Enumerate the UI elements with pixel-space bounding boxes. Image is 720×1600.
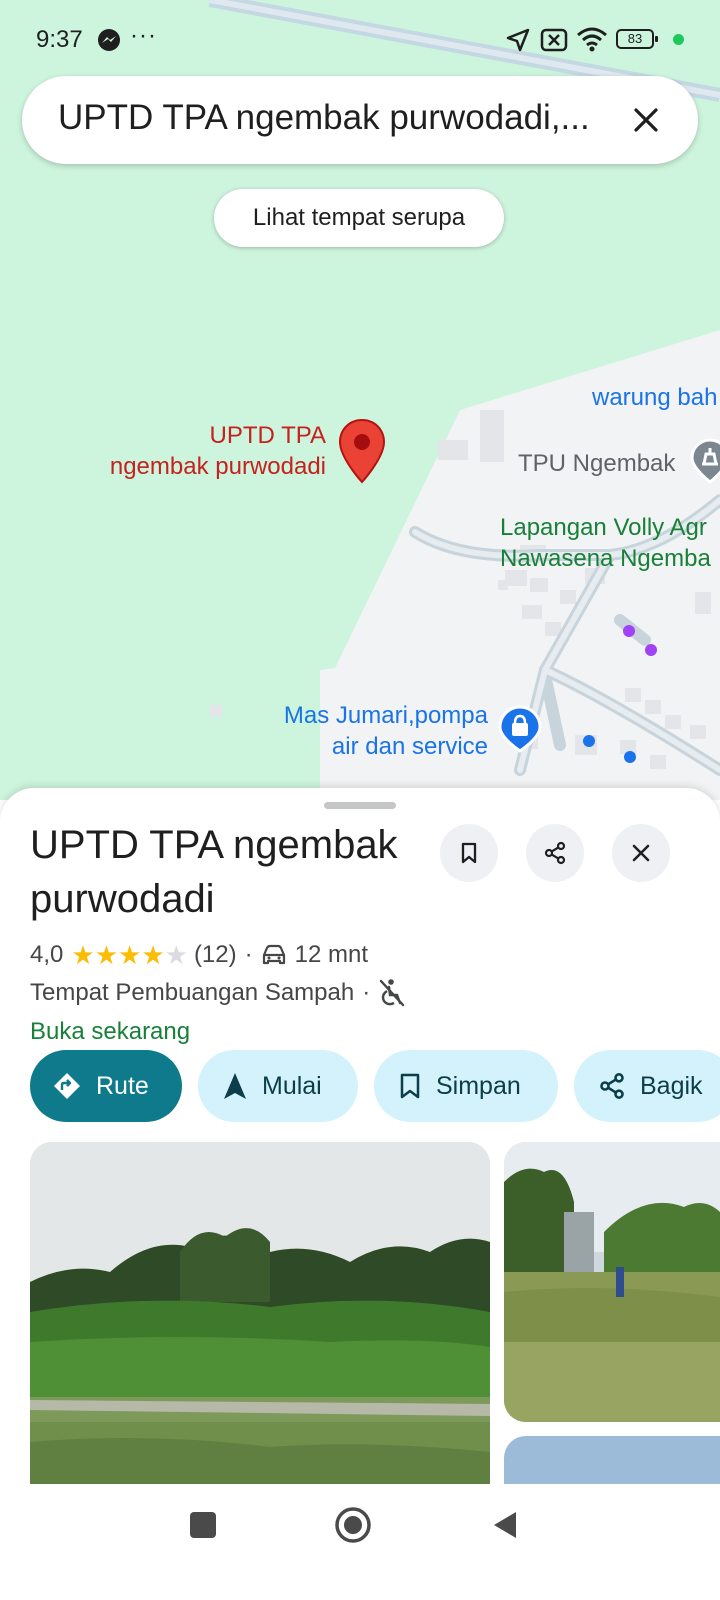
drive-time: 12 mnt (294, 941, 368, 968)
back-button[interactable] (492, 1510, 518, 1540)
directions-label: Rute (96, 1071, 149, 1100)
shopping-bag-icon[interactable] (498, 705, 542, 753)
star-icon: ★ (71, 939, 95, 970)
bookmark-icon (461, 842, 477, 864)
wifi-icon (577, 27, 607, 52)
navigation-arrow-icon (224, 1073, 246, 1099)
status-time: 9:37 (36, 26, 83, 53)
messenger-icon (98, 29, 120, 51)
place-category: Tempat Pembuangan Sampah (30, 979, 355, 1006)
review-count[interactable]: (12) (194, 941, 237, 969)
poi-masjumari-line1: Mas Jumari,pompa (283, 702, 488, 729)
share-label: Bagik (640, 1071, 703, 1100)
poi-masjumari-label[interactable]: Mas Jumari,pompa air dan service (270, 700, 488, 762)
status-bar: 9:37 ··· 83 (0, 0, 720, 80)
separator: · (362, 979, 371, 1006)
search-query[interactable]: UPTD TPA ngembak purwodadi,... (58, 98, 630, 138)
place-title: UPTD TPA ngembak purwodadi (30, 823, 398, 921)
no-sim-icon (540, 28, 568, 52)
photo-field (504, 1142, 720, 1422)
system-navigation-bar (0, 1484, 720, 1600)
category-row: Tempat Pembuangan Sampah · (30, 978, 406, 1008)
recent-apps-button[interactable] (190, 1512, 216, 1538)
save-button[interactable]: Simpan (374, 1050, 558, 1122)
map-pin-icon[interactable] (338, 418, 386, 484)
poi-masjumari-line2: air dan service (331, 733, 488, 760)
directions-icon (54, 1073, 80, 1099)
not-accessible-icon (380, 979, 405, 1007)
poi-lapangan-line2: Nawasena Ngemba (500, 545, 711, 572)
star-icon: ★ (141, 939, 165, 970)
location-arrow-icon (506, 28, 530, 52)
pin-label-line2: ngembak purwodadi (109, 453, 326, 480)
start-label: Mulai (262, 1071, 322, 1100)
privacy-indicator-dot (673, 34, 684, 45)
star-rating: ★★★★★ (71, 940, 188, 971)
more-notifications-icon: ··· (130, 22, 157, 49)
save-place-button[interactable] (440, 824, 498, 882)
share-icon (544, 841, 566, 865)
place-photo-second[interactable] (504, 1142, 720, 1422)
rating-row[interactable]: 4,0 ★★★★★ (12) · 12 mnt (30, 938, 368, 972)
sheet-drag-handle[interactable] (324, 802, 396, 809)
poi-lapangan-label[interactable]: Lapangan Volly Agr Nawasena Ngemba (500, 512, 711, 574)
poi-warung-label[interactable]: warung bah (592, 382, 717, 413)
pin-label-line1: UPTD TPA (209, 422, 326, 449)
separator: · (244, 941, 253, 968)
similar-places-chip[interactable]: Lihat tempat serupa (214, 189, 504, 247)
open-status: Buka sekarang (30, 1018, 191, 1045)
cemetery-icon[interactable] (690, 438, 720, 484)
share-place-button[interactable] (526, 824, 584, 882)
car-icon (262, 944, 285, 965)
share-icon (600, 1073, 624, 1099)
bookmark-icon (400, 1073, 420, 1099)
share-button[interactable]: Bagik (574, 1050, 720, 1122)
star-icon: ★ (118, 939, 142, 970)
search-bar[interactable]: UPTD TPA ngembak purwodadi,... (22, 76, 698, 164)
star-empty-icon: ★ (164, 939, 188, 970)
home-button[interactable] (334, 1506, 372, 1544)
start-navigation-button[interactable]: Mulai (198, 1050, 358, 1122)
close-icon (632, 844, 650, 862)
poi-lapangan-line1: Lapangan Volly Agr (500, 514, 707, 541)
place-photo-main[interactable] (30, 1142, 490, 1484)
photo-landscape (30, 1142, 490, 1484)
star-icon: ★ (94, 939, 118, 970)
rating-value: 4,0 (30, 941, 64, 968)
close-sheet-button[interactable] (612, 824, 670, 882)
battery-indicator: 83 (616, 29, 658, 49)
directions-button[interactable]: Rute (30, 1050, 182, 1122)
pin-label[interactable]: UPTD TPA ngembak purwodadi (80, 420, 326, 482)
save-label: Simpan (436, 1071, 521, 1100)
poi-tpu-label[interactable]: TPU Ngembak (518, 448, 675, 479)
close-icon[interactable] (626, 100, 666, 140)
